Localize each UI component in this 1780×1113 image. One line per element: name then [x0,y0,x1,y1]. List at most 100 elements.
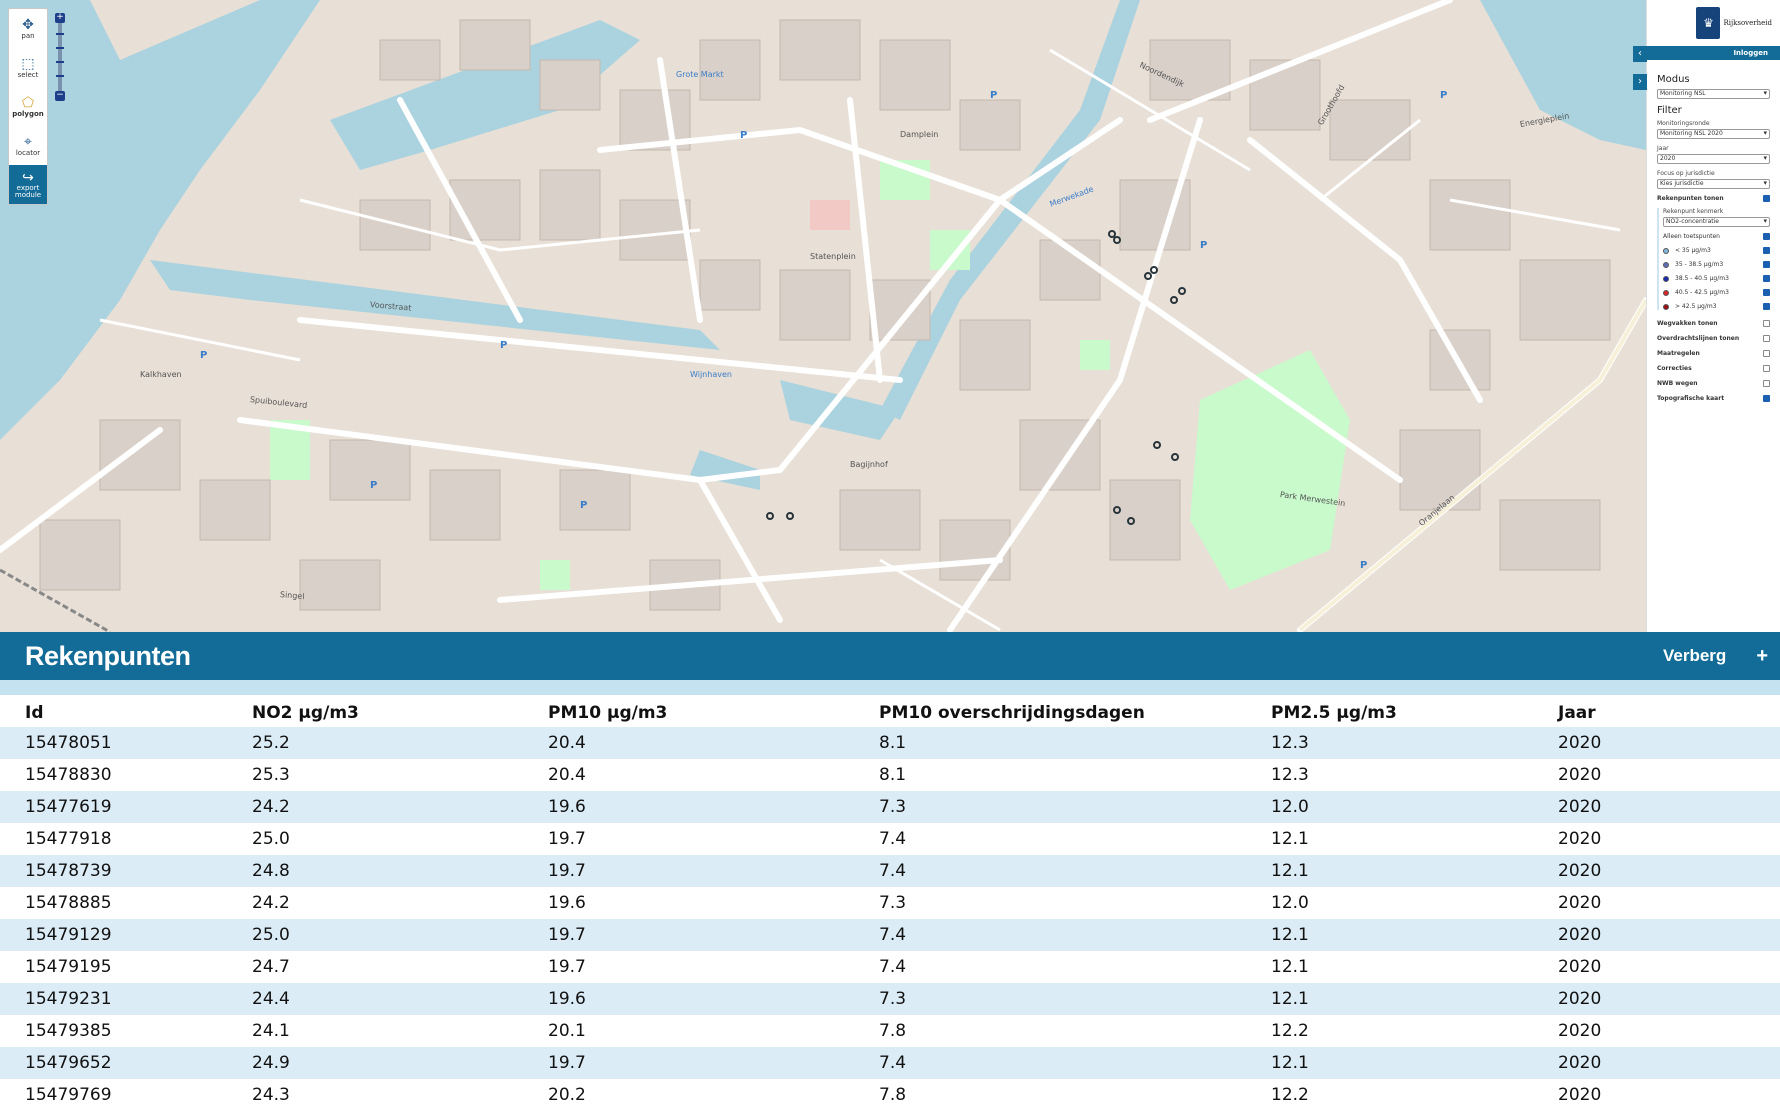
table-cell: 2020 [1533,1079,1780,1111]
layer-label: Wegvakken tonen [1657,320,1718,327]
table-row[interactable]: 15479385 24.1 20.1 7.8 12.2 2020 [0,1015,1780,1047]
table-row[interactable]: 15478051 25.2 20.4 8.1 12.3 2020 [0,727,1780,759]
zoom-handle[interactable] [56,47,64,49]
rekenpunt-marker[interactable] [1127,517,1135,525]
parking-icon: P [370,480,378,491]
zoom-slider[interactable]: + − [55,13,65,101]
layer-row: NWB wegen [1657,380,1770,387]
table-cell: 24.2 [227,791,523,823]
table-cell: 25.2 [227,727,523,759]
table-cell: 12.1 [1246,919,1533,951]
rekenpunt-marker[interactable] [1144,272,1152,280]
layer-label: Correcties [1657,365,1692,372]
legend-checkbox[interactable] [1763,275,1770,282]
rekenpunt-marker[interactable] [1113,506,1121,514]
table-row[interactable]: 15479195 24.7 19.7 7.4 12.1 2020 [0,951,1780,983]
collapse-panel-button[interactable]: ‹ [1633,46,1647,62]
polygon-tool[interactable]: ⬠ polygon [9,87,47,126]
table-row[interactable]: 15478830 25.3 20.4 8.1 12.3 2020 [0,759,1780,791]
table-row[interactable]: 15477619 24.2 19.6 7.3 12.0 2020 [0,791,1780,823]
table-cell: 7.4 [854,1047,1246,1079]
zoom-tick [56,75,64,77]
table-cell: 2020 [1533,1015,1780,1047]
column-header[interactable]: Id [0,695,227,727]
ronde-select[interactable]: Monitoring NSL 2020 [1657,129,1770,139]
table-row[interactable]: 15479652 24.9 19.7 7.4 12.1 2020 [0,1047,1780,1079]
legend-checkbox[interactable] [1763,247,1770,254]
rekenpunt-marker[interactable] [786,512,794,520]
map-basemap [0,0,1646,632]
column-header[interactable]: PM10 overschrijdingsdagen [854,695,1246,727]
table-row[interactable]: 15479129 25.0 19.7 7.4 12.1 2020 [0,919,1780,951]
login-link[interactable]: Inloggen [1647,46,1780,60]
layer-checkbox[interactable] [1763,350,1770,357]
rekenpunten-panel: Rekenpunten Verberg + Id NO2 µg/m3 PM10 … [0,632,1780,1113]
table-cell: 15477918 [0,823,227,855]
focus-select[interactable]: Kies jurisdictie [1657,179,1770,189]
rekenpunt-marker[interactable] [1178,287,1186,295]
rekenpunt-marker[interactable] [1113,236,1121,244]
column-header[interactable]: Jaar [1533,695,1780,727]
export-module-tool[interactable]: ↪ export module [9,165,47,204]
rekenpunten-options: Rekenpunt kenmerk NO2-concentratie Allee… [1657,208,1770,310]
table-row[interactable]: 15478739 24.8 19.7 7.4 12.1 2020 [0,855,1780,887]
focus-label: Focus op jurisdictie [1657,170,1715,177]
locator-tool[interactable]: ⌖ locator [9,126,47,165]
table-cell: 19.7 [523,1047,854,1079]
legend-label: 35 - 38.5 µg/m3 [1675,261,1724,268]
column-header[interactable]: PM10 µg/m3 [523,695,854,727]
table-cell: 7.4 [854,823,1246,855]
table-cell: 8.1 [854,759,1246,791]
layer-checkbox[interactable] [1763,395,1770,402]
legend-checkbox[interactable] [1763,261,1770,268]
table-cell: 24.4 [227,983,523,1015]
rekenpunt-marker[interactable] [1170,296,1178,304]
zoom-in-button[interactable]: + [55,13,65,23]
table-cell: 25.0 [227,919,523,951]
rekenpunten-checkbox[interactable] [1763,195,1770,202]
select-icon: ⬚ [21,55,35,72]
legend-checkbox[interactable] [1763,303,1770,310]
parking-icon: P [1440,90,1448,101]
column-header[interactable]: NO2 µg/m3 [227,695,523,727]
hide-button[interactable]: Verberg [1663,646,1726,666]
legend-checkbox[interactable] [1763,289,1770,296]
table-row[interactable]: 15477918 25.0 19.7 7.4 12.1 2020 [0,823,1780,855]
expand-plus-icon[interactable]: + [1756,645,1768,668]
zoom-out-button[interactable]: − [55,91,65,101]
table-cell: 15479231 [0,983,227,1015]
legend-dot-icon [1663,275,1669,282]
rekenpunten-toggle-label: Rekenpunten tonen [1657,195,1724,202]
panel-header: ♛ Rijksoverheid [1647,0,1780,46]
toetspunten-row: Alleen toetspunten [1663,233,1770,240]
table-row[interactable]: 15479769 24.3 20.2 7.8 12.2 2020 [0,1079,1780,1111]
select-tool[interactable]: ⬚ select [9,48,47,87]
side-panel: ‹ › ♛ Rijksoverheid Inloggen Modus Monit… [1633,0,1780,632]
table-cell: 24.3 [227,1079,523,1111]
table-row[interactable]: 15479231 24.4 19.6 7.3 12.1 2020 [0,983,1780,1015]
table-cell: 7.8 [854,1079,1246,1111]
header-strip [0,680,1780,695]
map-label: Statenplein [810,252,856,261]
rekenpunt-marker[interactable] [1153,441,1161,449]
table-cell: 2020 [1533,887,1780,919]
jaar-select[interactable]: 2020 [1657,154,1770,164]
layer-checkbox[interactable] [1763,380,1770,387]
modus-select[interactable]: Monitoring NSL [1657,89,1770,99]
expand-panel-button[interactable]: › [1633,74,1647,90]
map-view[interactable]: Spuiboulevard Noordendijk Merwekade Wijn… [0,0,1646,632]
pan-tool[interactable]: ✥ pan [9,9,47,48]
layer-checkbox[interactable] [1763,320,1770,327]
toetspunten-checkbox[interactable] [1763,233,1770,240]
parking-icon: P [740,130,748,141]
kenmerk-select[interactable]: NO2-concentratie [1663,217,1770,227]
layer-checkbox[interactable] [1763,365,1770,372]
layer-checkbox[interactable] [1763,335,1770,342]
table-cell: 7.8 [854,1015,1246,1047]
rekenpunten-table: Id NO2 µg/m3 PM10 µg/m3 PM10 overschrijd… [0,695,1780,1111]
rekenpunt-marker[interactable] [1171,453,1179,461]
table-cell: 12.2 [1246,1015,1533,1047]
column-header[interactable]: PM2.5 µg/m3 [1246,695,1533,727]
table-row[interactable]: 15478885 24.2 19.6 7.3 12.0 2020 [0,887,1780,919]
rekenpunt-marker[interactable] [766,512,774,520]
